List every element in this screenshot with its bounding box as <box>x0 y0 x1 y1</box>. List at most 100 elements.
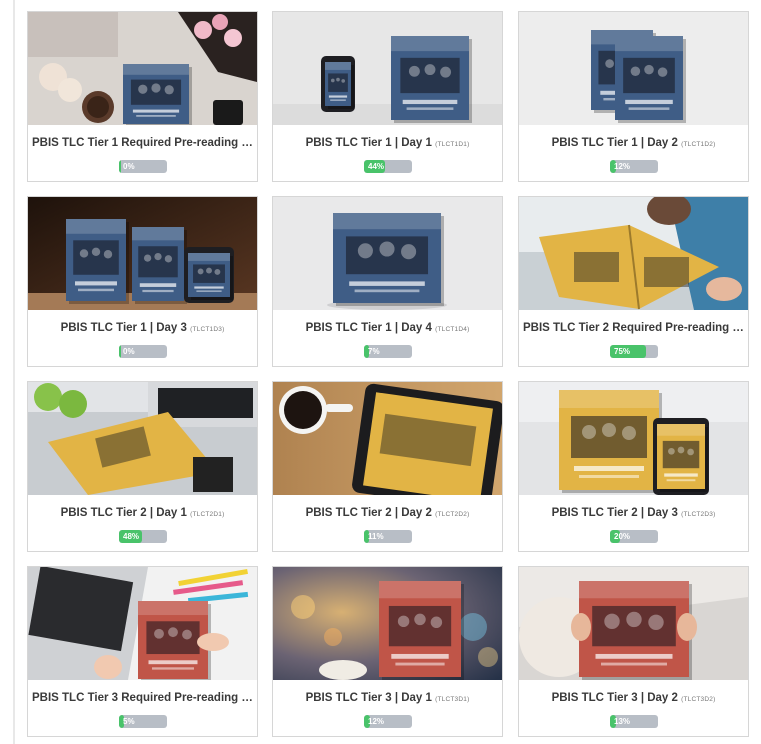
course-card[interactable]: PBIS TLC Tier 2 Required Pre-reading (TL… <box>518 196 749 367</box>
progress-percent: 48% <box>123 532 140 541</box>
course-title-text: PBIS TLC Tier 2 Required Pre-reading <box>523 322 730 334</box>
progress-percent: 7% <box>368 347 380 356</box>
course-title-text: PBIS TLC Tier 3 Required Pre-reading <box>32 692 239 704</box>
course-card[interactable]: PBIS TLC Tier 1 Required Pre-reading (TL… <box>27 11 258 182</box>
course-title[interactable]: PBIS TLC Tier 3 | Day 1 (TLCT3D1) <box>277 689 498 707</box>
course-thumbnail-image <box>28 567 257 680</box>
course-thumbnail-image <box>273 197 502 310</box>
course-thumbnail[interactable] <box>273 197 502 310</box>
course-code: (TLCT1D1) <box>435 141 470 148</box>
course-code: (TLCT2D3) <box>681 511 716 518</box>
progress-percent: 12% <box>614 162 631 171</box>
progress-bar: 12% <box>364 715 412 728</box>
course-thumbnail-image <box>519 567 748 680</box>
course-thumbnail[interactable] <box>519 382 748 495</box>
tablet-device <box>653 418 709 495</box>
book-cover <box>66 219 129 304</box>
book-cover <box>391 36 472 123</box>
progress-percent: 75% <box>614 347 631 356</box>
course-title[interactable]: PBIS TLC Tier 2 | Day 1 (TLCT2D1) <box>32 504 253 522</box>
course-thumbnail-image <box>519 12 748 125</box>
course-code: (TLCT3D1) <box>435 696 470 703</box>
book-cover <box>579 581 692 680</box>
course-title[interactable]: PBIS TLC Tier 3 Required Pre-reading (TL… <box>32 689 253 707</box>
book-cover <box>325 62 354 109</box>
course-card[interactable]: PBIS TLC Tier 3 | Day 1 (TLCT3D1) 12% <box>272 566 503 737</box>
book-cover <box>123 64 192 125</box>
course-title[interactable]: PBIS TLC Tier 1 Required Pre-reading (TL… <box>32 134 253 152</box>
course-card[interactable]: PBIS TLC Tier 3 Required Pre-reading (TL… <box>27 566 258 737</box>
progress-bar: 12% <box>610 160 658 173</box>
course-title[interactable]: PBIS TLC Tier 2 Required Pre-reading (TL… <box>523 319 744 337</box>
progress-percent: 5% <box>123 717 135 726</box>
course-thumbnail[interactable] <box>519 12 748 125</box>
course-thumbnail-image <box>519 197 748 310</box>
book-cover <box>657 424 708 492</box>
course-card[interactable]: PBIS TLC Tier 2 | Day 2 (TLCT2D2) 11% <box>272 381 503 552</box>
course-title[interactable]: PBIS TLC Tier 1 | Day 3 (TLCT1D3) <box>32 319 253 337</box>
book-cover <box>132 227 187 304</box>
course-thumbnail-image <box>28 382 257 495</box>
course-title[interactable]: PBIS TLC Tier 1 | Day 4 (TLCT1D4) <box>277 319 498 337</box>
course-card[interactable]: PBIS TLC Tier 1 | Day 2 (TLCT1D2) 12% <box>518 11 749 182</box>
course-code: (TLCT2RP) <box>732 326 744 333</box>
course-title-text: PBIS TLC Tier 1 | Day 1 <box>305 137 432 149</box>
course-thumbnail[interactable] <box>273 567 502 680</box>
course-title[interactable]: PBIS TLC Tier 2 | Day 2 (TLCT2D2) <box>277 504 498 522</box>
course-thumbnail[interactable] <box>28 382 257 495</box>
progress-fill <box>119 160 121 173</box>
progress-bar: 0% <box>119 160 167 173</box>
course-card[interactable]: PBIS TLC Tier 2 | Day 1 (TLCT2D1) 48% <box>27 381 258 552</box>
course-title[interactable]: PBIS TLC Tier 3 | Day 2 (TLCT3D2) <box>523 689 744 707</box>
course-title[interactable]: PBIS TLC Tier 1 | Day 2 (TLCT1D2) <box>523 134 744 152</box>
progress-percent: 44% <box>368 162 385 171</box>
course-code: (TLCT2D1) <box>190 511 225 518</box>
progress-fill <box>119 345 121 358</box>
course-title-text: PBIS TLC Tier 3 | Day 1 <box>305 692 432 704</box>
course-title[interactable]: PBIS TLC Tier 1 | Day 1 (TLCT1D1) <box>277 134 498 152</box>
course-title-text: PBIS TLC Tier 1 | Day 4 <box>305 322 432 334</box>
course-title[interactable]: PBIS TLC Tier 2 | Day 3 (TLCT2D3) <box>523 504 744 522</box>
course-thumbnail-image <box>28 197 257 310</box>
course-thumbnail-image <box>28 12 257 125</box>
course-card[interactable]: PBIS TLC Tier 3 | Day 2 (TLCT3D2) 13% <box>518 566 749 737</box>
course-thumbnail[interactable] <box>519 567 748 680</box>
progress-bar: 13% <box>610 715 658 728</box>
progress-bar: 20% <box>610 530 658 543</box>
course-card[interactable]: PBIS TLC Tier 2 | Day 3 (TLCT2D3) 20% <box>518 381 749 552</box>
course-title-text: PBIS TLC Tier 2 | Day 2 <box>305 507 432 519</box>
tablet-device <box>321 56 355 112</box>
progress-percent: 0% <box>123 162 135 171</box>
course-thumbnail[interactable] <box>519 197 748 310</box>
course-thumbnail[interactable] <box>28 567 257 680</box>
course-title-text: PBIS TLC Tier 2 | Day 3 <box>551 507 678 519</box>
course-title-text: PBIS TLC Tier 2 | Day 1 <box>60 507 187 519</box>
course-title-text: PBIS TLC Tier 1 | Day 2 <box>551 137 678 149</box>
course-thumbnail[interactable] <box>28 197 257 310</box>
tablet-device <box>184 247 234 303</box>
progress-percent: 20% <box>614 532 631 541</box>
course-card[interactable]: PBIS TLC Tier 1 | Day 4 (TLCT1D4) 7% <box>272 196 503 367</box>
course-code: (TLCT1D2) <box>681 141 716 148</box>
book-cover <box>333 213 444 306</box>
course-thumbnail[interactable] <box>273 12 502 125</box>
book-cover <box>188 253 233 300</box>
course-code: (TLCT1D3) <box>190 326 225 333</box>
course-thumbnail-image <box>273 567 502 680</box>
course-thumbnail-image <box>273 382 502 495</box>
progress-bar: 75% <box>610 345 658 358</box>
course-card[interactable]: PBIS TLC Tier 1 | Day 1 (TLCT1D1) 44% <box>272 11 503 182</box>
progress-bar: 7% <box>364 345 412 358</box>
course-code: (TLCT1RP) <box>241 141 253 148</box>
book-cover <box>559 390 662 493</box>
course-thumbnail[interactable] <box>273 382 502 495</box>
course-thumbnail[interactable] <box>28 12 257 125</box>
course-card[interactable]: PBIS TLC Tier 1 | Day 3 (TLCT1D3) 0% <box>27 196 258 367</box>
progress-percent: 11% <box>368 532 384 541</box>
progress-bar: 0% <box>119 345 167 358</box>
book-cover <box>615 36 686 123</box>
course-code: (TLCT3D2) <box>681 696 716 703</box>
course-grid: PBIS TLC Tier 1 Required Pre-reading (TL… <box>0 0 761 744</box>
course-code: (TLCT1D4) <box>435 326 470 333</box>
progress-percent: 0% <box>123 347 135 356</box>
